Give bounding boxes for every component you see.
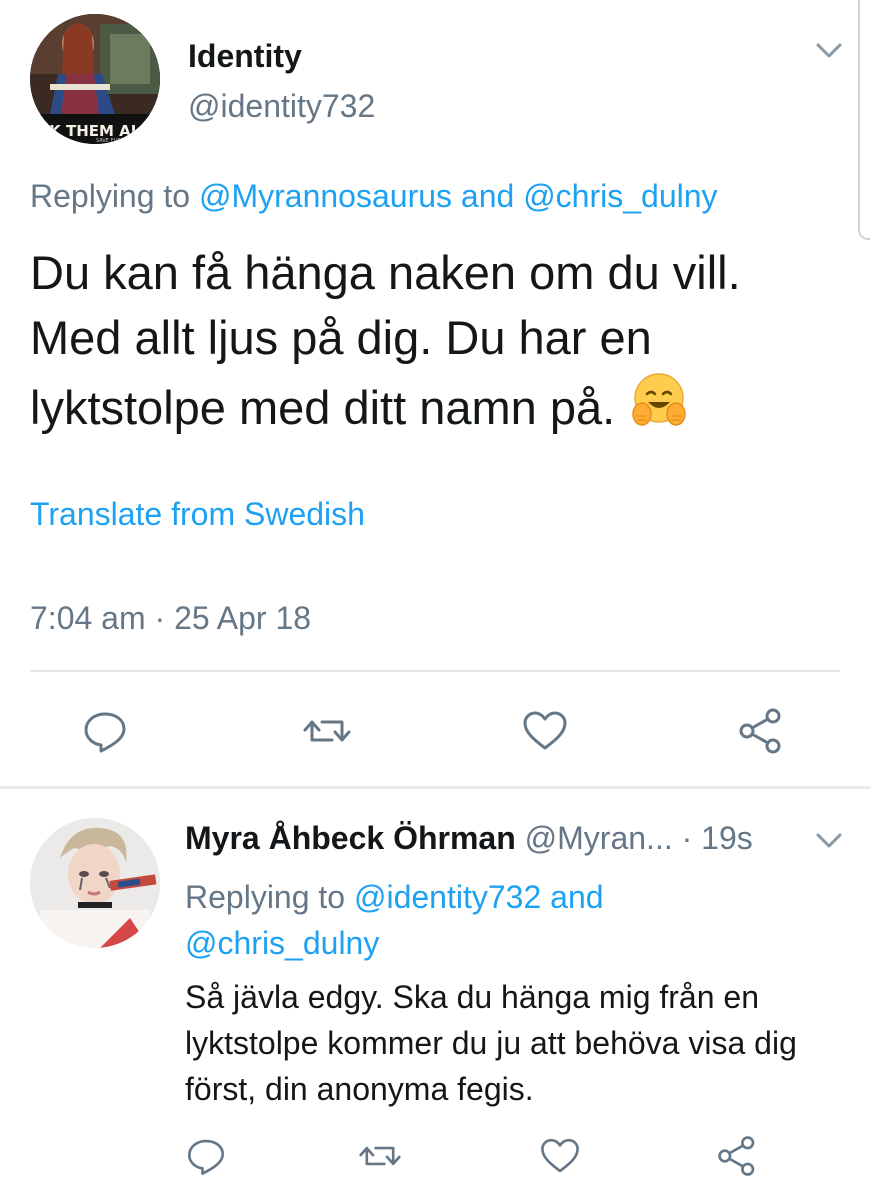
author-handle[interactable]: @identity732 [188, 88, 375, 125]
retweet-icon[interactable] [302, 706, 352, 756]
tweet-text: Så jävla edgy. Ska du hänga mig från en … [185, 979, 797, 1107]
retweet-icon[interactable] [358, 1134, 402, 1178]
reply-header: Myra Åhbeck Öhrman @Myran... · 19s [185, 820, 753, 857]
share-icon[interactable] [737, 706, 787, 756]
main-tweet: ILK THEM AL SAVE EUROPE Identity @identi… [0, 0, 870, 788]
time-separator: · [672, 820, 702, 856]
time-ago[interactable]: 19s [701, 820, 753, 856]
action-bar [0, 1134, 870, 1178]
avatar-image [30, 818, 160, 948]
replying-to: Replying to @Myrannosaurus and @chris_du… [30, 178, 718, 215]
replying-prefix: Replying to [30, 178, 199, 214]
mention-link[interactable]: @chris_dulny [185, 925, 379, 961]
replying-to: Replying to @identity732 and @chris_duln… [185, 874, 805, 966]
author-name[interactable]: Myra Åhbeck Öhrman [185, 820, 516, 856]
divider [30, 670, 840, 672]
tweet-separator [0, 786, 870, 789]
avatar-image: ILK THEM AL SAVE EUROPE [30, 14, 160, 144]
tweet-text: Du kan få hänga naken om du vill. Med al… [30, 240, 830, 440]
chevron-down-icon[interactable] [812, 36, 846, 66]
timestamp[interactable]: 7:04 am · 25 Apr 18 [30, 600, 311, 637]
avatar-banner-text: ILK THEM AL [34, 122, 141, 140]
mention-link[interactable]: @chris_dulny [523, 178, 717, 214]
like-icon[interactable] [520, 706, 570, 756]
action-bar [0, 706, 870, 756]
reply-icon[interactable] [80, 706, 130, 756]
translate-link[interactable]: Translate from Swedish [30, 496, 365, 533]
like-icon[interactable] [538, 1134, 582, 1178]
avatar[interactable] [30, 818, 160, 948]
author-name[interactable]: Identity [188, 38, 302, 75]
author-handle[interactable]: @Myran... [525, 820, 673, 856]
replying-and[interactable]: and [452, 178, 523, 214]
avatar-sub-text: SAVE EUROPE [96, 138, 131, 144]
mention-link[interactable]: @Myrannosaurus [199, 178, 452, 214]
mention-link[interactable]: @identity732 [354, 879, 541, 915]
reply-icon[interactable] [184, 1134, 228, 1178]
replying-and[interactable]: and [541, 879, 603, 915]
chevron-down-icon[interactable] [812, 826, 846, 856]
replying-prefix: Replying to [185, 879, 354, 915]
avatar[interactable]: ILK THEM AL SAVE EUROPE [30, 14, 160, 144]
hugging-face-emoji-icon [628, 370, 690, 432]
share-icon[interactable] [716, 1134, 760, 1178]
